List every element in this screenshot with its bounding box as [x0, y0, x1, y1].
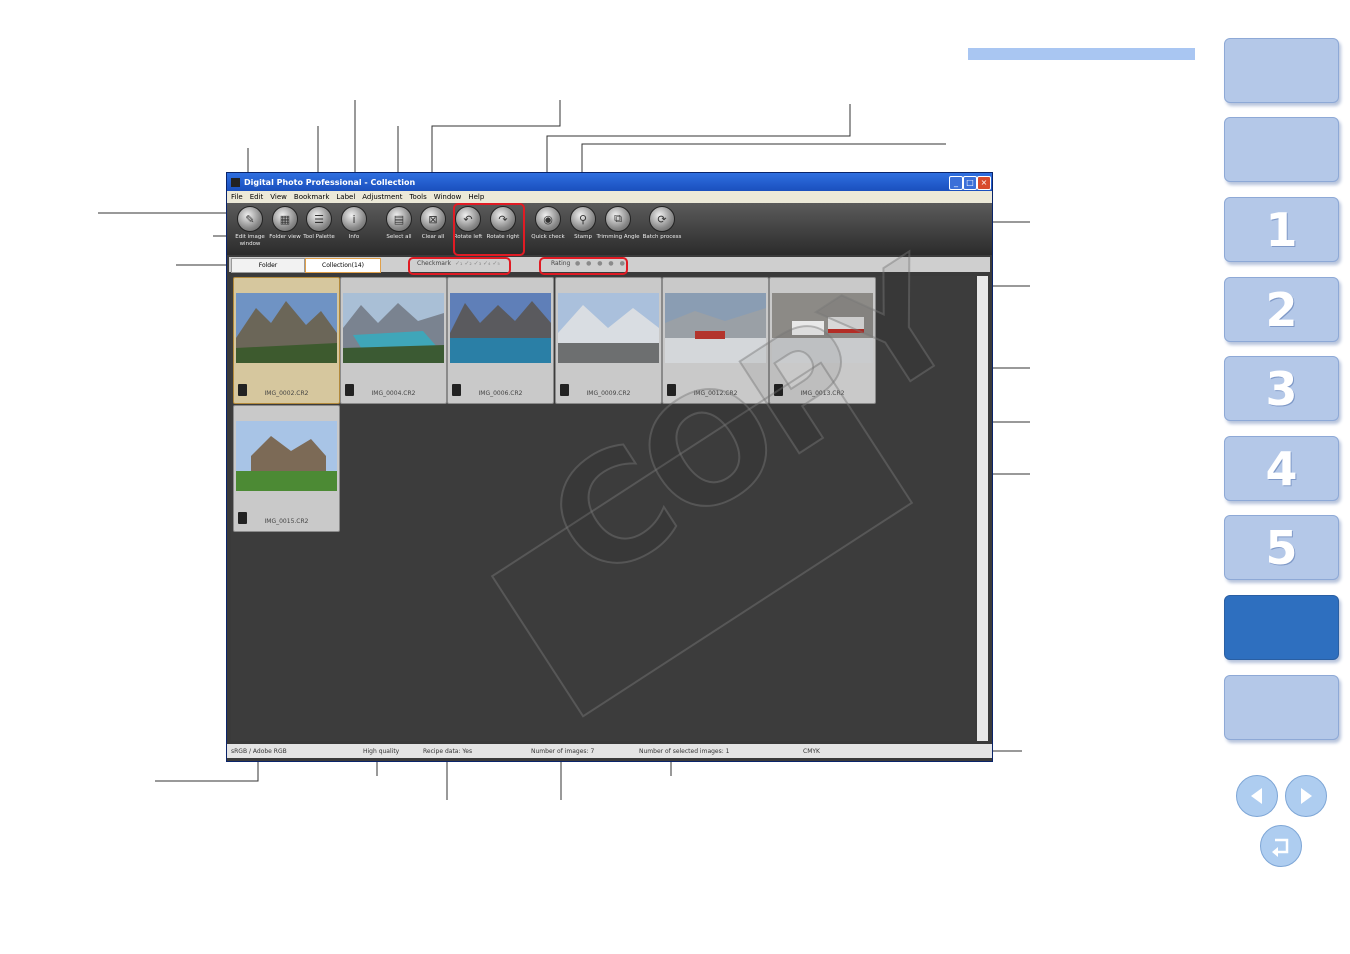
- menu-edit[interactable]: Edit: [250, 193, 264, 201]
- nav-tab-label: 3: [1265, 361, 1298, 416]
- tab-collection[interactable]: Collection(14): [305, 258, 381, 273]
- menu-bookmark[interactable]: Bookmark: [294, 193, 329, 201]
- thumbnail-image: [343, 293, 444, 363]
- thumbnail-image: [450, 293, 551, 363]
- nav-tab-contents[interactable]: [1224, 38, 1339, 103]
- checkmark-highlight: [408, 257, 511, 275]
- nav-tab-introduction[interactable]: [1224, 117, 1339, 182]
- nav-tab-chapter-1[interactable]: 1: [1224, 197, 1339, 262]
- menu-bar: File Edit View Bookmark Label Adjustment…: [227, 191, 992, 203]
- title-bar: Digital Photo Professional - Collection …: [227, 173, 992, 191]
- arrow-right-icon: [1301, 788, 1312, 804]
- tab-folder[interactable]: Folder: [231, 258, 305, 273]
- menu-file[interactable]: File: [231, 193, 243, 201]
- thumbnail-image: [558, 293, 659, 363]
- header-accent-bar: [968, 48, 1195, 60]
- batch-process-icon: ⟳: [649, 206, 675, 232]
- trimming-angle-icon: ⧉: [605, 206, 631, 232]
- thumbnail-filename: IMG_0004.CR2: [371, 390, 416, 397]
- status-image-count: Number of images: 7: [531, 748, 595, 755]
- toolbar-label: Info: [348, 234, 360, 240]
- select-all-icon: ▤: [386, 206, 412, 232]
- app-icon: [231, 177, 240, 187]
- prev-page-button[interactable]: [1236, 775, 1278, 817]
- thumbnail-image: [236, 293, 337, 363]
- status-color-space: sRGB / Adobe RGB: [231, 748, 287, 755]
- status-bar: sRGB / Adobe RGB High quality Recipe dat…: [227, 744, 992, 758]
- menu-view[interactable]: View: [270, 193, 287, 201]
- menu-help[interactable]: Help: [468, 193, 484, 201]
- nav-tab-label: 1: [1265, 202, 1298, 257]
- return-icon: [1272, 838, 1289, 857]
- folder-view-icon: ▦: [272, 206, 298, 232]
- nav-tab-index[interactable]: [1224, 675, 1339, 740]
- thumbnail[interactable]: IMG_0002.CR2: [233, 277, 340, 404]
- thumbnail-filename: IMG_0015.CR2: [264, 518, 309, 525]
- info-icon: i: [341, 206, 367, 232]
- edit-image-icon: ✎: [237, 206, 263, 232]
- batch-process-button[interactable]: ⟳ Batch process: [640, 206, 684, 241]
- thumbnail-filename: IMG_0002.CR2: [264, 390, 309, 397]
- nav-tab-label: 4: [1265, 441, 1298, 496]
- vertical-scrollbar[interactable]: [977, 276, 988, 741]
- nav-tab-reference[interactable]: [1224, 595, 1339, 660]
- close-button[interactable]: ×: [977, 176, 991, 190]
- menu-label[interactable]: Label: [336, 193, 355, 201]
- menu-window[interactable]: Window: [434, 193, 462, 201]
- thumbnail-filename: IMG_0006.CR2: [478, 390, 523, 397]
- window-title: Digital Photo Professional - Collection: [244, 177, 416, 187]
- nav-tab-chapter-2[interactable]: 2: [1224, 277, 1339, 342]
- toolbar-label: Batch process: [642, 234, 682, 240]
- info-button[interactable]: i Info: [332, 206, 376, 241]
- return-button[interactable]: [1260, 825, 1302, 867]
- status-quality: High quality: [363, 748, 400, 755]
- thumbnail[interactable]: IMG_0009.CR2: [555, 277, 662, 404]
- status-selected-count: Number of selected images: 1: [639, 748, 730, 755]
- minimize-button[interactable]: _: [949, 176, 963, 190]
- maximize-button[interactable]: □: [963, 176, 977, 190]
- arrow-left-icon: [1251, 788, 1262, 804]
- nav-tab-label: 5: [1265, 520, 1298, 575]
- menu-tools[interactable]: Tools: [409, 193, 426, 201]
- tool-palette-icon: ☰: [306, 206, 332, 232]
- thumbnail-image: [236, 421, 337, 491]
- nav-tab-chapter-4[interactable]: 4: [1224, 436, 1339, 501]
- status-recipe: Recipe data: Yes: [423, 748, 473, 755]
- nav-tab-chapter-5[interactable]: 5: [1224, 515, 1339, 580]
- next-page-button[interactable]: [1285, 775, 1327, 817]
- thumbnail[interactable]: IMG_0015.CR2: [233, 405, 340, 532]
- clear-all-icon: ⊠: [420, 206, 446, 232]
- trimming-angle-button[interactable]: ⧉ Trimming Angle: [596, 206, 640, 241]
- rating-highlight: [539, 257, 628, 275]
- nav-tab-label: 2: [1265, 282, 1298, 337]
- status-cmyk: CMYK: [803, 748, 820, 755]
- stamp-icon: ⚲: [570, 206, 596, 232]
- thumbnail[interactable]: IMG_0004.CR2: [340, 277, 447, 404]
- toolbar-label: Trimming Angle: [596, 234, 640, 240]
- nav-tab-chapter-3[interactable]: 3: [1224, 356, 1339, 421]
- thumbnail[interactable]: IMG_0006.CR2: [447, 277, 554, 404]
- quick-check-icon: ◉: [535, 206, 561, 232]
- menu-adjustment[interactable]: Adjustment: [362, 193, 402, 201]
- rotate-buttons-highlight: [453, 203, 525, 256]
